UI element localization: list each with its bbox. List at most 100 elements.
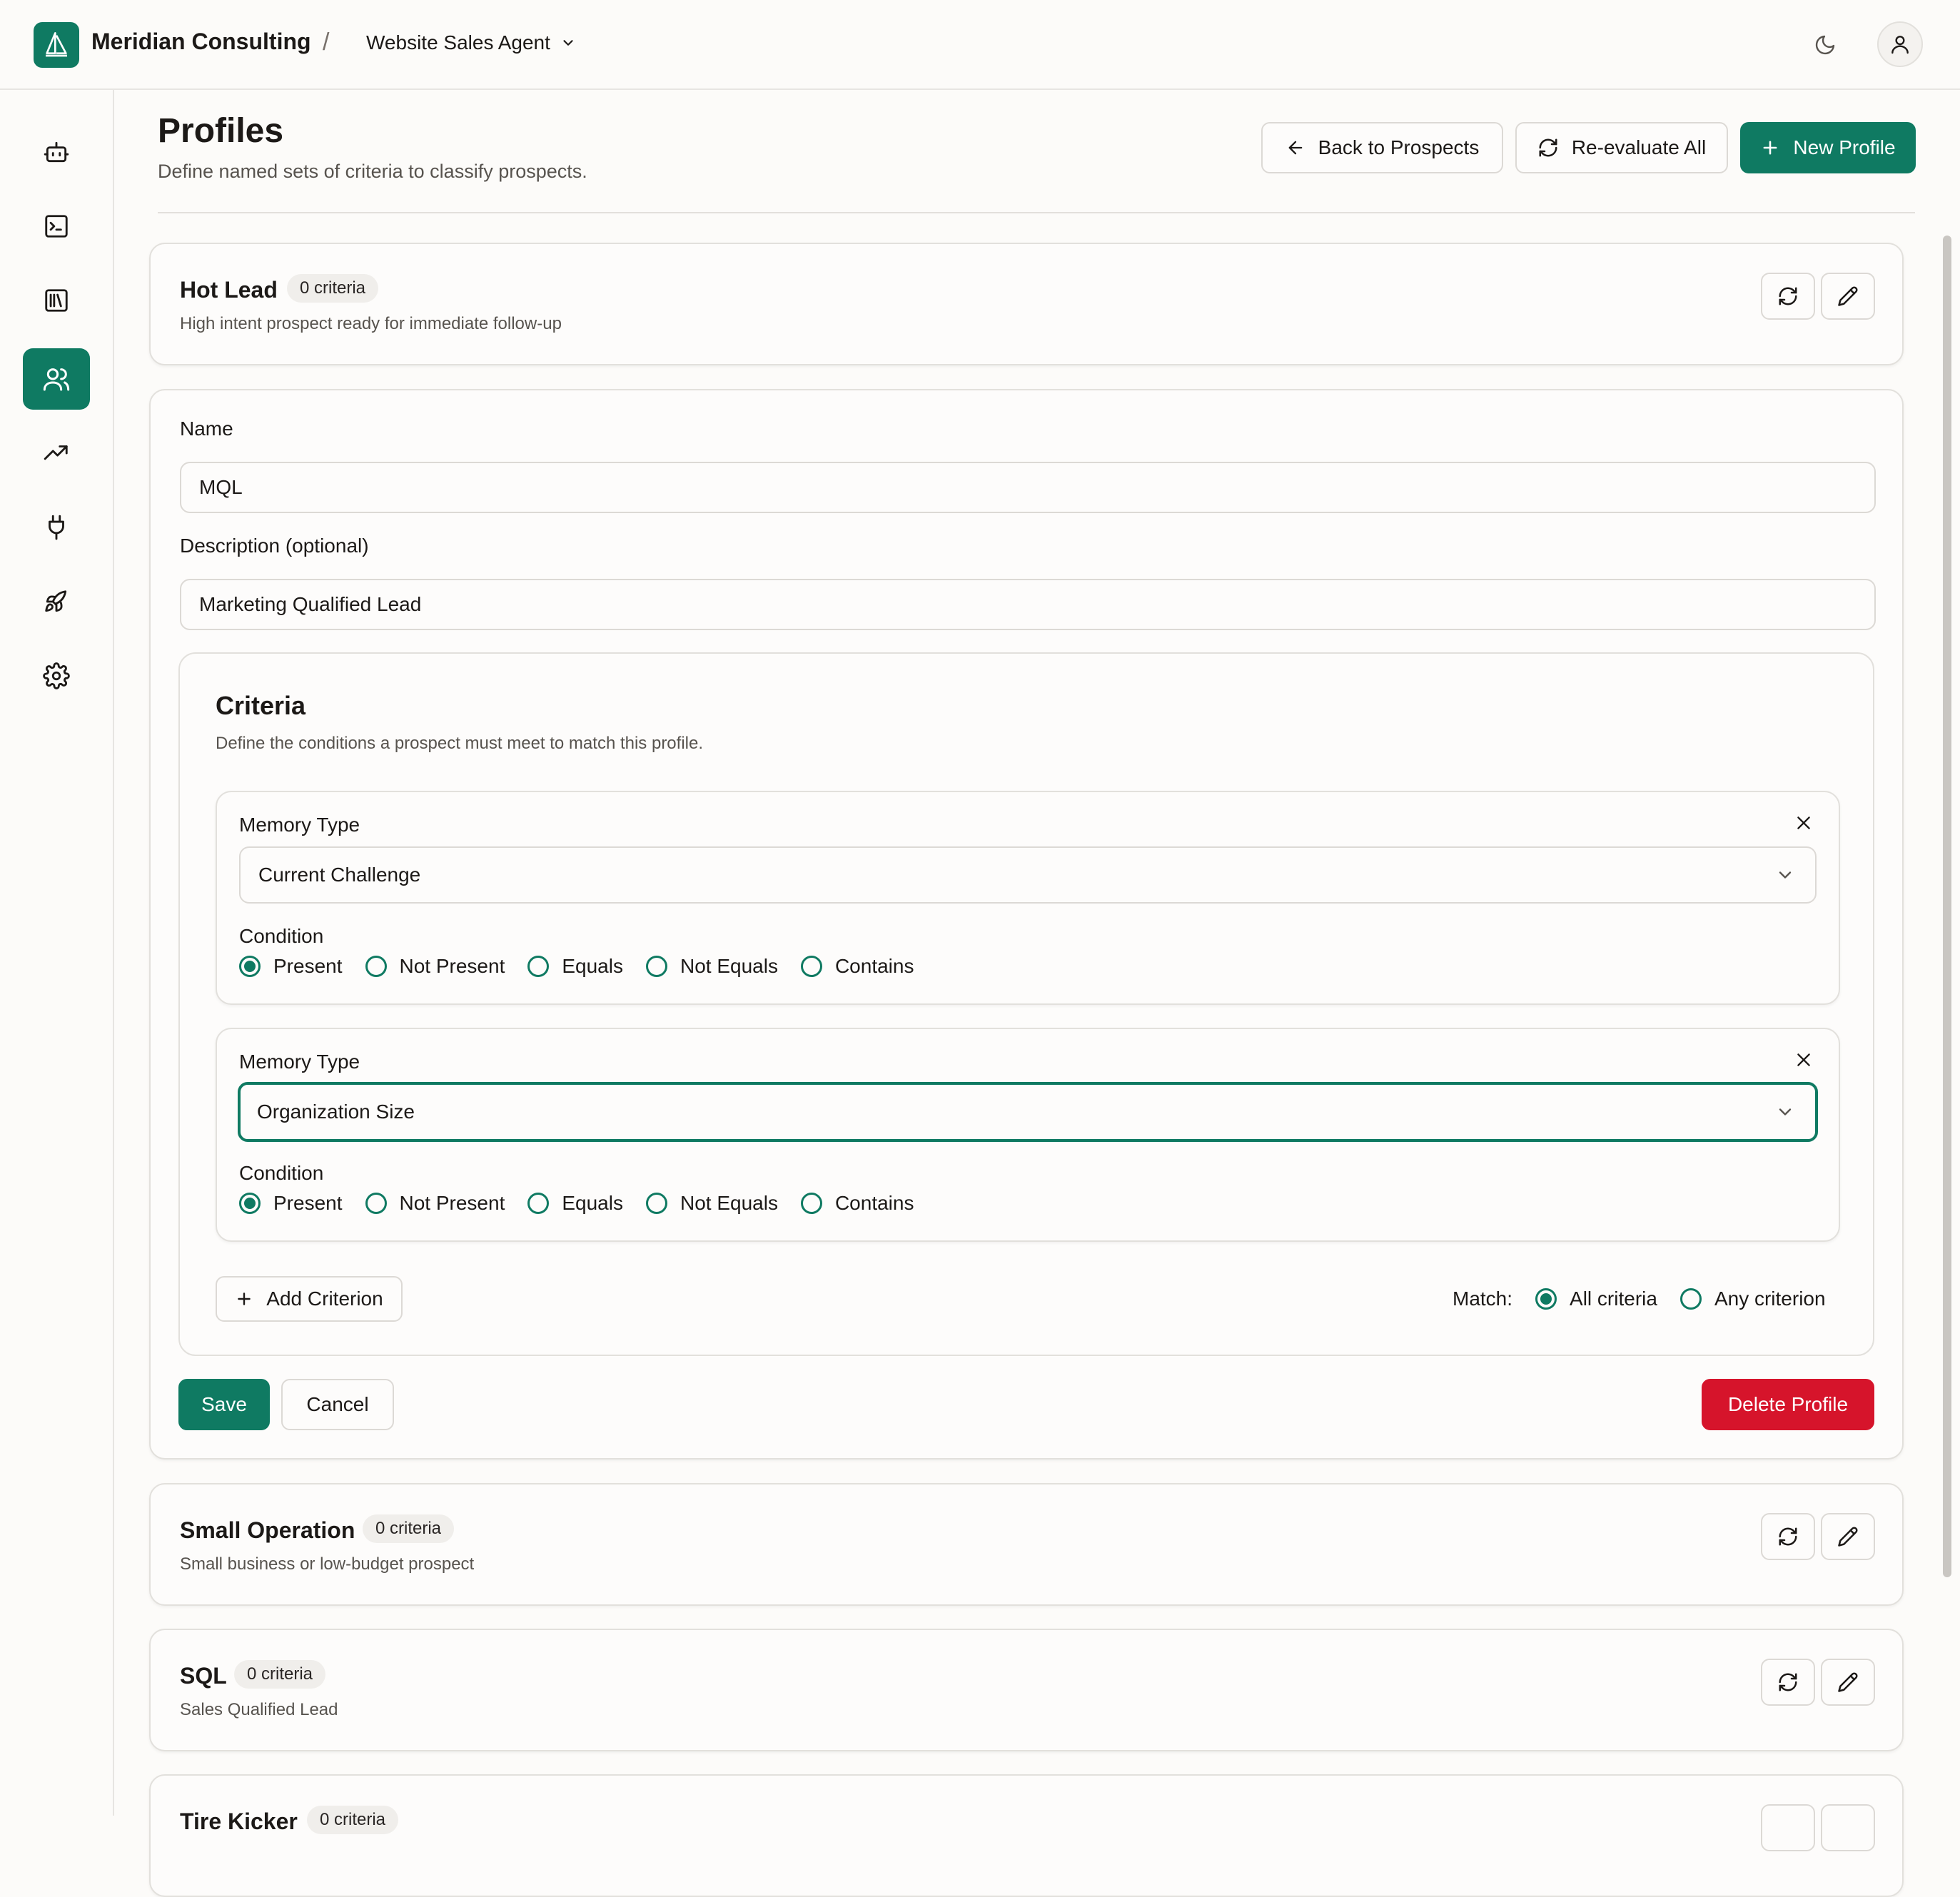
condition-contains-radio[interactable]: Contains [800, 955, 914, 978]
profile-card-small-operation: Small Operation 0 criteria Small busines… [149, 1483, 1904, 1606]
page-subtitle: Define named sets of criteria to classif… [158, 161, 587, 182]
memory-type-label: Memory Type [239, 1051, 360, 1073]
sidebar-item-analytics[interactable] [23, 423, 90, 484]
edit-profile-button[interactable] [1821, 1513, 1875, 1560]
sidebar-item-profiles[interactable] [23, 348, 90, 410]
radio-dot [365, 1193, 387, 1214]
radio-label: Not Equals [680, 955, 778, 977]
top-header: Meridian Consulting / Website Sales Agen… [0, 0, 1960, 90]
radio-label: Any criterion [1714, 1288, 1826, 1310]
edit-profile-button[interactable] [1821, 273, 1875, 320]
criterion-row: Memory Type Current Challenge Condition … [216, 791, 1840, 1005]
sidebar-item-deploy[interactable] [23, 571, 90, 632]
brand-logo[interactable] [34, 22, 79, 68]
radio-dot [365, 956, 387, 977]
radio-label: All criteria [1570, 1288, 1657, 1310]
condition-not-present-radio[interactable]: Not Present [365, 1192, 505, 1215]
sidebar-item-agents[interactable] [23, 121, 90, 183]
delete-profile-button[interactable]: Delete Profile [1702, 1379, 1874, 1430]
radio-dot [1679, 1288, 1702, 1310]
edit-profile-button[interactable] [1821, 1659, 1875, 1706]
condition-radio-group: Present Not Present Equals Not Equals Co… [239, 1192, 936, 1215]
condition-contains-radio[interactable]: Contains [800, 1192, 914, 1215]
condition-present-radio[interactable]: Present [239, 1192, 343, 1215]
remove-criterion-button[interactable] [1793, 1049, 1814, 1071]
reevaluate-all-button[interactable]: Re-evaluate All [1515, 122, 1728, 173]
radio-label: Not Equals [680, 1192, 778, 1214]
condition-label: Condition [239, 925, 324, 947]
theme-toggle-button[interactable] [1810, 30, 1840, 60]
header-divider [158, 212, 1915, 213]
memory-type-value: Organization Size [257, 1101, 415, 1123]
brand-name[interactable]: Meridian Consulting [91, 29, 311, 55]
sidebar-item-settings[interactable] [23, 645, 90, 707]
users-icon [43, 368, 70, 391]
reevaluate-all-label: Re-evaluate All [1571, 136, 1707, 158]
plus-icon [238, 1293, 251, 1305]
agent-selector[interactable]: Website Sales Agent [366, 31, 576, 54]
refresh-icon [1779, 287, 1797, 305]
memory-type-select[interactable]: Organization Size [238, 1082, 1818, 1142]
match-all-radio[interactable]: All criteria [1535, 1288, 1657, 1310]
cancel-button[interactable]: Cancel [281, 1379, 394, 1430]
save-button[interactable]: Save [178, 1379, 270, 1430]
arrow-left-icon [1288, 141, 1303, 155]
add-criterion-label: Add Criterion [266, 1288, 383, 1310]
new-profile-button[interactable]: New Profile [1740, 122, 1916, 173]
terminal-icon [45, 215, 68, 238]
reevaluate-profile-button[interactable] [1761, 273, 1815, 320]
sidebar-item-integrations[interactable] [23, 497, 90, 558]
scrollbar[interactable] [1943, 236, 1951, 1577]
reevaluate-profile-button[interactable] [1761, 1659, 1815, 1706]
description-input[interactable]: Marketing Qualified Lead [180, 579, 1876, 630]
plus-icon [1763, 141, 1777, 155]
criteria-count-badge: 0 criteria [307, 1806, 399, 1834]
sidebar-nav [0, 90, 114, 1816]
radio-label: Equals [562, 1192, 623, 1214]
radio-label: Present [273, 1192, 343, 1214]
match-label: Match: [1453, 1288, 1513, 1310]
refresh-icon [1779, 1673, 1797, 1691]
rocket-icon [45, 590, 67, 612]
condition-equals-radio[interactable]: Equals [527, 955, 623, 978]
memory-type-select[interactable]: Current Challenge [239, 846, 1817, 904]
pencil-icon [1838, 1672, 1858, 1692]
user-avatar-button[interactable] [1877, 21, 1923, 67]
criteria-count-badge: 0 criteria [363, 1514, 455, 1543]
trending-up-icon [44, 445, 68, 460]
sidebar-item-console[interactable] [23, 196, 90, 257]
name-input[interactable]: MQL [180, 462, 1876, 513]
memory-type-label: Memory Type [239, 814, 360, 836]
close-icon [1797, 1053, 1810, 1066]
radio-label: Contains [834, 955, 914, 977]
name-label: Name [180, 418, 233, 440]
condition-not-equals-radio[interactable]: Not Equals [645, 1192, 778, 1215]
description-label: Description (optional) [180, 535, 369, 557]
profile-description: High intent prospect ready for immediate… [180, 314, 562, 333]
radio-dot [1535, 1288, 1557, 1310]
edit-profile-button[interactable] [1821, 1804, 1875, 1851]
profile-card-tire-kicker: Tire Kicker 0 criteria [149, 1774, 1904, 1897]
match-any-radio[interactable]: Any criterion [1679, 1288, 1826, 1310]
profile-card-sql: SQL 0 criteria Sales Qualified Lead [149, 1629, 1904, 1751]
settings-icon [43, 662, 70, 689]
condition-not-present-radio[interactable]: Not Present [365, 955, 505, 978]
radio-dot [800, 1193, 822, 1214]
reevaluate-profile-button[interactable] [1761, 1804, 1815, 1851]
condition-not-equals-radio[interactable]: Not Equals [645, 955, 778, 978]
agent-selector-label: Website Sales Agent [366, 31, 550, 54]
criteria-count-badge: 0 criteria [287, 274, 379, 303]
chevron-down-icon [1779, 871, 1792, 879]
remove-criterion-button[interactable] [1793, 812, 1814, 834]
back-to-prospects-button[interactable]: Back to Prospects [1261, 122, 1503, 173]
condition-equals-radio[interactable]: Equals [527, 1192, 623, 1215]
condition-present-radio[interactable]: Present [239, 955, 343, 978]
reevaluate-profile-button[interactable] [1761, 1513, 1815, 1560]
criteria-subtitle: Define the conditions a prospect must me… [216, 734, 704, 753]
sail-logo-icon [46, 32, 67, 57]
radio-dot [239, 956, 261, 977]
radio-dot [645, 956, 667, 977]
add-criterion-button[interactable]: Add Criterion [216, 1276, 403, 1322]
sidebar-item-library[interactable] [23, 270, 90, 331]
user-icon [1891, 36, 1909, 54]
